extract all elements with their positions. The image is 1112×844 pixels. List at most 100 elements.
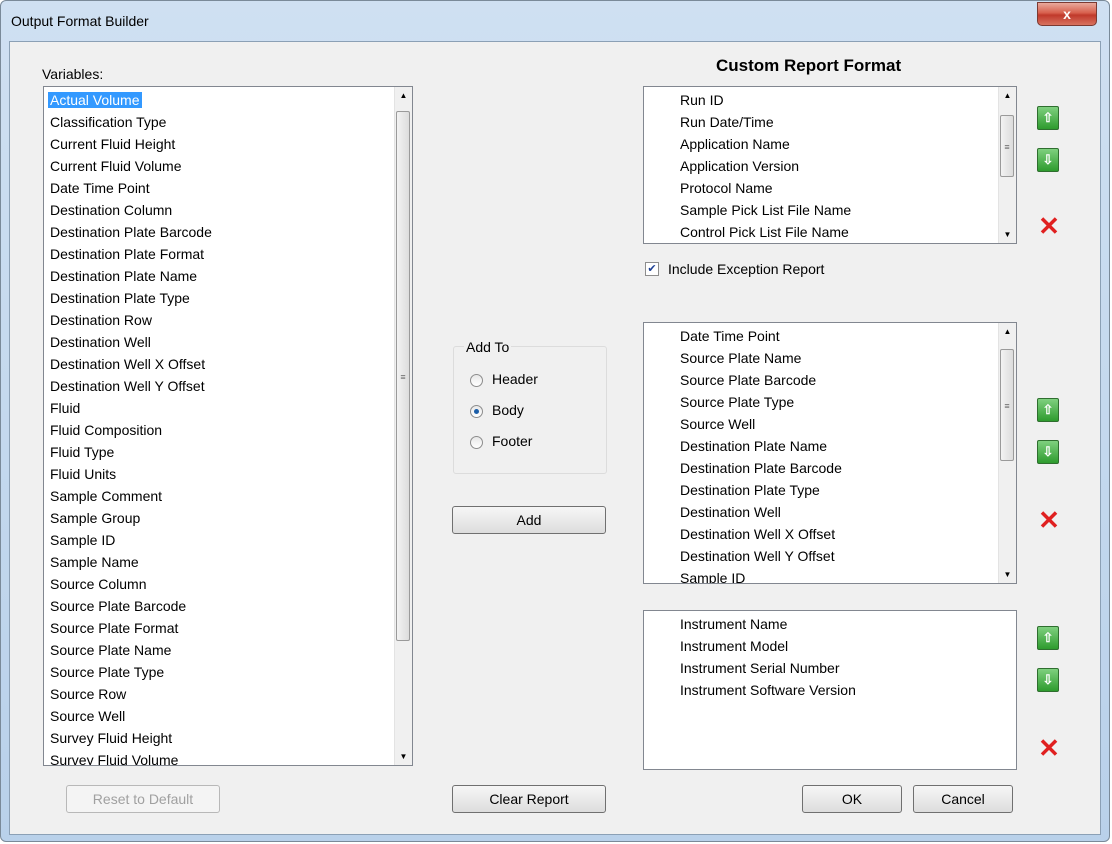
- radio-button-icon[interactable]: [470, 373, 483, 387]
- variable-list-item[interactable]: Source Plate Format: [48, 617, 395, 639]
- body-list-item[interactable]: Destination Plate Name: [678, 435, 999, 457]
- variable-list-item[interactable]: Destination Well Y Offset: [48, 375, 395, 397]
- body-scrollbar[interactable]: ▲ ≡ ▼: [998, 323, 1016, 583]
- scroll-thumb[interactable]: ≡: [1000, 115, 1014, 177]
- body-list-item-label: Destination Well X Offset: [680, 526, 836, 542]
- body-list-item[interactable]: Source Plate Type: [678, 391, 999, 413]
- footer-list-item[interactable]: Instrument Software Version: [678, 679, 1016, 701]
- body-list-item[interactable]: Source Well: [678, 413, 999, 435]
- scroll-up-icon[interactable]: ▲: [999, 323, 1016, 340]
- body-move-down-button[interactable]: ⇩: [1037, 440, 1059, 464]
- footer-delete-button[interactable]: ✕: [1037, 735, 1061, 761]
- scroll-up-icon[interactable]: ▲: [999, 87, 1016, 104]
- variable-list-item[interactable]: Destination Plate Type: [48, 287, 395, 309]
- variables-listbox[interactable]: Actual Volume Classification Type Current …: [43, 86, 413, 766]
- variable-list-item[interactable]: Survey Fluid Volume: [48, 749, 395, 765]
- body-list-item[interactable]: Destination Plate Barcode: [678, 457, 999, 479]
- variable-list-item[interactable]: Current Fluid Volume: [48, 155, 395, 177]
- header-list-item[interactable]: Sample Pick List File Name: [678, 199, 999, 221]
- variable-list-item[interactable]: Survey Fluid Height: [48, 727, 395, 749]
- footer-list-item[interactable]: Instrument Serial Number: [678, 657, 1016, 679]
- variable-list-item[interactable]: Destination Plate Format: [48, 243, 395, 265]
- window-title: Output Format Builder: [11, 13, 149, 29]
- footer-list-item[interactable]: Instrument Model: [678, 635, 1016, 657]
- scroll-thumb[interactable]: ≡: [396, 111, 410, 641]
- body-list-item[interactable]: Destination Plate Type: [678, 479, 999, 501]
- scroll-down-icon[interactable]: ▼: [395, 748, 412, 765]
- variable-list-item[interactable]: Source Plate Name: [48, 639, 395, 661]
- radio-header[interactable]: Header: [470, 371, 538, 387]
- reset-to-default-button[interactable]: Reset to Default: [66, 785, 220, 813]
- variable-list-item[interactable]: Destination Plate Barcode: [48, 221, 395, 243]
- variable-list-item[interactable]: Destination Well X Offset: [48, 353, 395, 375]
- footer-move-up-button[interactable]: ⇧: [1037, 626, 1059, 650]
- variable-list-item[interactable]: Fluid: [48, 397, 395, 419]
- variable-list-item[interactable]: Sample Name: [48, 551, 395, 573]
- variable-list-item[interactable]: Source Column: [48, 573, 395, 595]
- body-list-item[interactable]: Destination Well: [678, 501, 999, 523]
- clear-report-button[interactable]: Clear Report: [452, 785, 606, 813]
- body-list-item[interactable]: Destination Well X Offset: [678, 523, 999, 545]
- add-button[interactable]: Add: [452, 506, 606, 534]
- ok-button[interactable]: OK: [802, 785, 902, 813]
- header-move-down-button[interactable]: ⇩: [1037, 148, 1059, 172]
- header-list-item[interactable]: Application Name: [678, 133, 999, 155]
- body-listbox[interactable]: Date Time Point Source Plate Name Source P…: [643, 322, 1017, 584]
- header-scrollbar[interactable]: ▲ ≡ ▼: [998, 87, 1016, 243]
- header-listbox[interactable]: Run ID Run Date/Time Application Name Appli…: [643, 86, 1017, 244]
- variable-list-item[interactable]: Fluid Type: [48, 441, 395, 463]
- variable-list-item[interactable]: Destination Plate Name: [48, 265, 395, 287]
- variable-list-item[interactable]: Classification Type: [48, 111, 395, 133]
- header-move-up-button[interactable]: ⇧: [1037, 106, 1059, 130]
- header-list-item[interactable]: Protocol Name: [678, 177, 999, 199]
- body-delete-button[interactable]: ✕: [1037, 507, 1061, 533]
- variable-list-item[interactable]: Source Row: [48, 683, 395, 705]
- variable-list-item[interactable]: Destination Well: [48, 331, 395, 353]
- close-button[interactable]: x: [1037, 2, 1097, 26]
- variable-list-item[interactable]: Sample Group: [48, 507, 395, 529]
- variable-list-item[interactable]: Destination Column: [48, 199, 395, 221]
- body-list-item[interactable]: Source Plate Barcode: [678, 369, 999, 391]
- include-exception-checkbox[interactable]: ✔: [645, 262, 659, 276]
- variable-list-item[interactable]: Fluid Composition: [48, 419, 395, 441]
- scroll-down-icon[interactable]: ▼: [999, 226, 1016, 243]
- variable-list-item[interactable]: Destination Row: [48, 309, 395, 331]
- scroll-up-icon[interactable]: ▲: [395, 87, 412, 104]
- custom-report-heading: Custom Report Format: [716, 56, 902, 75]
- checkmark-icon: ✔: [647, 263, 657, 275]
- footer-list-item-label: Instrument Name: [680, 616, 788, 632]
- variable-list-item[interactable]: Sample Comment: [48, 485, 395, 507]
- variable-list-item[interactable]: Source Well: [48, 705, 395, 727]
- body-list-item[interactable]: Sample ID: [678, 567, 999, 583]
- scroll-down-icon[interactable]: ▼: [999, 566, 1016, 583]
- radio-button-icon[interactable]: [470, 435, 483, 449]
- footer-listbox[interactable]: Instrument Name Instrument Model Instrumen…: [643, 610, 1017, 770]
- variable-list-item[interactable]: Actual Volume: [48, 89, 395, 111]
- body-list-item[interactable]: Destination Well Y Offset: [678, 545, 999, 567]
- radio-body[interactable]: Body: [470, 402, 524, 418]
- header-list-item[interactable]: Run Date/Time: [678, 111, 999, 133]
- scroll-thumb[interactable]: ≡: [1000, 349, 1014, 461]
- header-delete-button[interactable]: ✕: [1037, 213, 1061, 239]
- header-list-item[interactable]: Run ID: [678, 89, 999, 111]
- variable-list-item[interactable]: Source Plate Barcode: [48, 595, 395, 617]
- variable-list-item-label: Date Time Point: [50, 180, 150, 196]
- variable-list-item[interactable]: Fluid Units: [48, 463, 395, 485]
- footer-move-down-button[interactable]: ⇩: [1037, 668, 1059, 692]
- variable-list-item[interactable]: Current Fluid Height: [48, 133, 395, 155]
- variable-list-item[interactable]: Date Time Point: [48, 177, 395, 199]
- footer-list-item[interactable]: Instrument Name: [678, 613, 1016, 635]
- variable-list-item[interactable]: Sample ID: [48, 529, 395, 551]
- radio-button-icon[interactable]: [470, 404, 483, 418]
- body-list-item[interactable]: Source Plate Name: [678, 347, 999, 369]
- header-list-item[interactable]: Application Version: [678, 155, 999, 177]
- title-bar[interactable]: Output Format Builder x: [1, 1, 1109, 41]
- header-list-item[interactable]: Control Pick List File Name: [678, 221, 999, 243]
- body-list-item[interactable]: Date Time Point: [678, 325, 999, 347]
- variables-scrollbar[interactable]: ▲ ≡ ▼: [394, 87, 412, 765]
- variable-list-item[interactable]: Source Plate Type: [48, 661, 395, 683]
- cancel-button[interactable]: Cancel: [913, 785, 1013, 813]
- radio-footer[interactable]: Footer: [470, 433, 532, 449]
- body-list-item-label: Date Time Point: [680, 328, 780, 344]
- body-move-up-button[interactable]: ⇧: [1037, 398, 1059, 422]
